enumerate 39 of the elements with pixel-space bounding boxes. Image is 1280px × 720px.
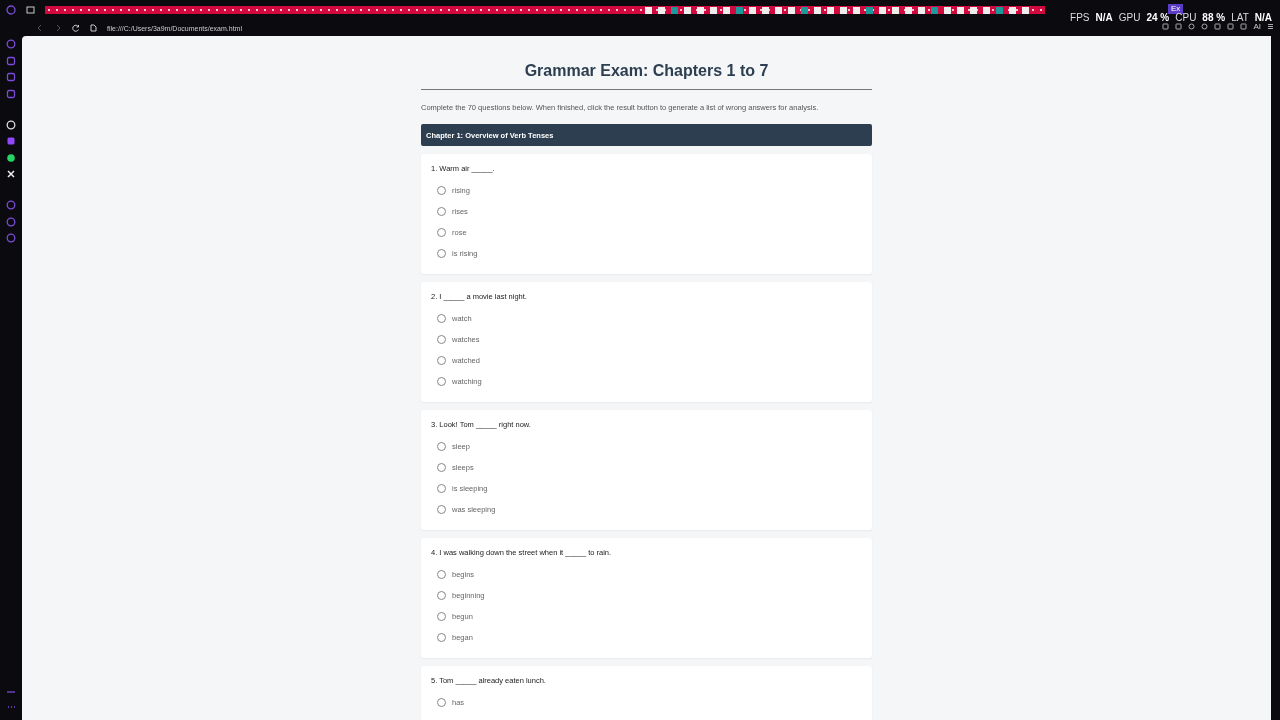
radio-button[interactable] [437,377,446,386]
exam-title: Grammar Exam: Chapters 1 to 7 [421,60,872,90]
browser-logo-icon [6,5,16,15]
ai-button[interactable]: AI [1253,22,1261,31]
radio-button[interactable] [437,207,446,216]
tab-list-icon[interactable] [26,6,35,14]
radio-button[interactable] [437,249,446,258]
radio-button[interactable] [437,591,446,600]
sidebar-toggle-icon[interactable] [6,689,16,695]
perf-value: N/A [1095,12,1113,23]
x-mark-icon[interactable] [6,169,16,179]
menu-icon[interactable] [1267,23,1274,30]
radio-button[interactable] [437,612,446,621]
tab-strip-drawing[interactable] [45,6,1045,14]
perf-value: N/A [1254,12,1272,23]
perf-value: 24 % [1146,12,1170,23]
radio-button[interactable] [437,633,446,642]
radio-button[interactable] [437,505,446,514]
radio-button[interactable] [437,228,446,237]
gauge-icon[interactable] [6,39,16,49]
radio-button[interactable] [437,570,446,579]
radio-button[interactable] [437,186,446,195]
radio-button[interactable] [437,463,446,472]
radio-button[interactable] [437,442,446,451]
browser-tab[interactable]: Ex [1168,4,1184,14]
radio-button[interactable] [437,484,446,493]
page-icon [90,24,97,32]
perf-label: GPU [1118,12,1141,23]
radio-button[interactable] [437,314,446,323]
reload-icon[interactable] [72,24,80,32]
radio-button[interactable] [437,335,446,344]
radio-button[interactable] [437,356,446,365]
perf-label: FPS [1070,12,1090,23]
radio-button[interactable] [437,698,446,707]
perf-label: CPU [1175,12,1197,23]
back-icon[interactable] [36,24,44,32]
forward-icon[interactable] [54,24,62,32]
perf-value: 88 % [1202,12,1226,23]
perf-label: LAT [1231,12,1249,23]
